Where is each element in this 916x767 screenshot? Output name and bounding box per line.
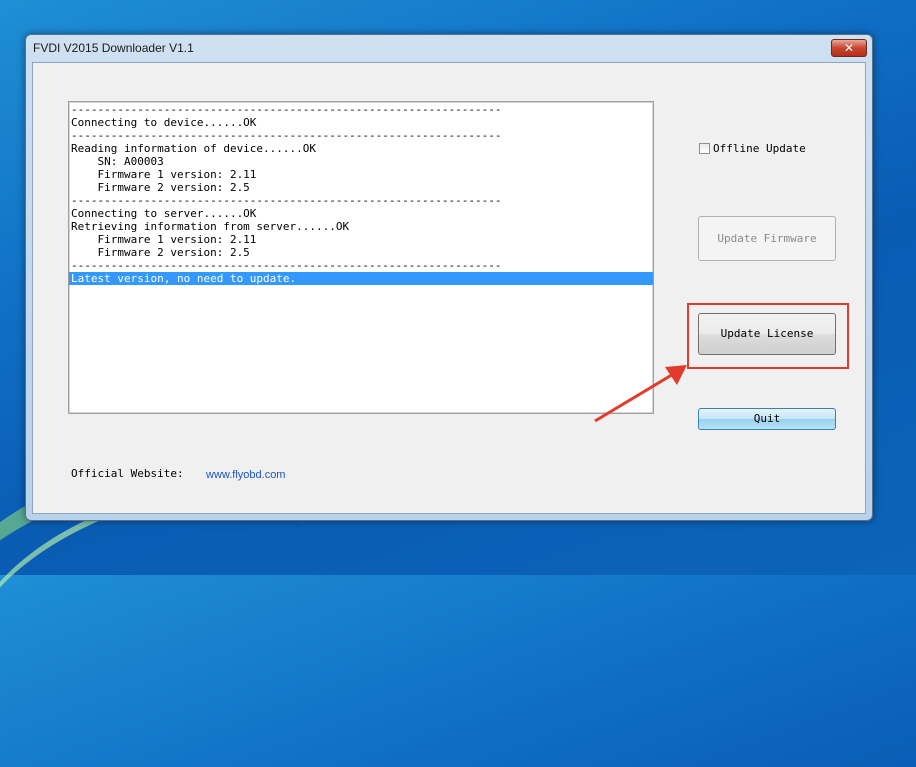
update-license-button[interactable]: Update License: [698, 313, 836, 355]
log-line[interactable]: Connecting to device......OK: [69, 116, 653, 129]
log-line[interactable]: ----------------------------------------…: [69, 194, 653, 207]
downloader-window: FVDI V2015 Downloader V1.1 ✕ -----------…: [25, 34, 873, 521]
log-line[interactable]: ----------------------------------------…: [69, 103, 653, 116]
log-line[interactable]: Retrieving information from server......…: [69, 220, 653, 233]
log-line[interactable]: Connecting to server......OK: [69, 207, 653, 220]
close-button[interactable]: ✕: [831, 39, 867, 57]
title-bar[interactable]: FVDI V2015 Downloader V1.1 ✕: [26, 35, 872, 61]
checkbox-icon[interactable]: [699, 143, 710, 154]
offline-update-label: Offline Update: [713, 142, 806, 155]
website-link[interactable]: www.flyobd.com: [206, 469, 285, 481]
log-line-selected[interactable]: Latest version, no need to update.: [69, 272, 653, 285]
log-line[interactable]: SN: A00003: [69, 155, 653, 168]
log-line[interactable]: Firmware 2 version: 2.5: [69, 246, 653, 259]
update-firmware-button[interactable]: Update Firmware: [698, 216, 836, 261]
log-line[interactable]: Reading information of device......OK: [69, 142, 653, 155]
log-line[interactable]: ----------------------------------------…: [69, 129, 653, 142]
window-title: FVDI V2015 Downloader V1.1: [33, 41, 194, 55]
website-label: Official Website:: [71, 467, 184, 480]
log-line[interactable]: Firmware 1 version: 2.11: [69, 168, 653, 181]
quit-button[interactable]: Quit: [698, 408, 836, 430]
red-arrow-icon: [594, 365, 687, 423]
log-line[interactable]: Firmware 2 version: 2.5: [69, 181, 653, 194]
window-client-area: ----------------------------------------…: [32, 62, 866, 514]
offline-update-checkbox[interactable]: Offline Update: [699, 142, 806, 155]
log-line[interactable]: ----------------------------------------…: [69, 259, 653, 272]
log-line[interactable]: Firmware 1 version: 2.11: [69, 233, 653, 246]
log-listbox[interactable]: ----------------------------------------…: [68, 101, 654, 414]
close-icon: ✕: [843, 41, 855, 55]
